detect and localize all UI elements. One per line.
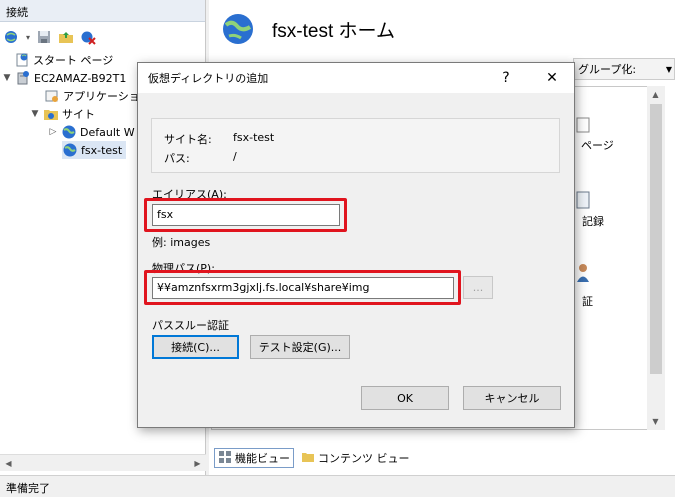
group-by-dropdown[interactable]: グループ化: ▼ bbox=[573, 58, 675, 80]
browse-button[interactable]: ... bbox=[463, 276, 493, 299]
collapse-arrow-icon[interactable]: ▼ bbox=[30, 109, 40, 119]
path-value: / bbox=[233, 150, 237, 163]
user-icon bbox=[576, 263, 590, 286]
test-settings-button[interactable]: テスト設定(G)... bbox=[250, 335, 350, 359]
close-button[interactable]: ✕ bbox=[532, 63, 572, 93]
feature-label[interactable]: 証 bbox=[582, 293, 593, 309]
passthrough-label: パススルー認証 bbox=[152, 319, 229, 332]
tree-item-label: サイト bbox=[62, 108, 95, 121]
scroll-right-icon[interactable]: ▶ bbox=[189, 455, 206, 472]
path-label: パス: bbox=[164, 152, 190, 165]
help-button[interactable]: ? bbox=[486, 63, 526, 93]
scroll-up-icon[interactable]: ▲ bbox=[647, 86, 664, 103]
tab-label: コンテンツ ビュー bbox=[318, 452, 410, 465]
log-icon bbox=[576, 191, 590, 212]
tree-item-server[interactable]: ▼ EC2AMAZ-B92T1 bbox=[2, 69, 126, 87]
scroll-left-icon[interactable]: ◀ bbox=[0, 455, 17, 472]
tree-item-label: Default W bbox=[80, 125, 135, 139]
add-virtual-directory-dialog: 仮想ディレクトリの追加 ? ✕ サイト名: fsx-test パス: / エイリ… bbox=[137, 62, 575, 428]
physical-path-label: 物理パス(P): bbox=[152, 262, 215, 275]
content-view-icon bbox=[301, 450, 315, 467]
connect-dropdown-icon[interactable]: ▾ bbox=[26, 33, 30, 42]
dialog-title: 仮想ディレクトリの追加 bbox=[148, 72, 269, 85]
site-globe-icon bbox=[221, 12, 255, 46]
site-name-value: fsx-test bbox=[233, 131, 275, 144]
start-page-icon bbox=[14, 52, 30, 68]
globe-connect-icon[interactable] bbox=[4, 29, 20, 45]
connections-header: 接続 bbox=[0, 0, 205, 22]
scroll-down-icon[interactable]: ▼ bbox=[647, 413, 664, 430]
alias-input[interactable]: fsx bbox=[152, 204, 340, 226]
tree-item-fsx-test[interactable]: fsx-test bbox=[62, 141, 127, 159]
horizontal-scrollbar[interactable]: ◀ ▶ bbox=[0, 454, 206, 471]
vertical-scrollbar[interactable]: ▲ ▼ bbox=[647, 86, 665, 430]
tab-content-view[interactable]: コンテンツ ビュー bbox=[298, 448, 413, 468]
site-info-box: サイト名: fsx-test パス: / bbox=[151, 118, 560, 173]
expand-arrow-icon[interactable]: ▷ bbox=[48, 127, 58, 137]
site-name-label: サイト名: bbox=[164, 133, 212, 146]
group-by-label: グループ化: bbox=[578, 63, 637, 76]
tab-features-view[interactable]: 機能ビュー bbox=[214, 448, 294, 468]
globe-icon bbox=[61, 124, 77, 140]
status-bar: 準備完了 bbox=[0, 475, 675, 497]
view-tabs: 機能ビュー コンテンツ ビュー bbox=[214, 447, 413, 469]
dialog-titlebar: 仮想ディレクトリの追加 ? ✕ bbox=[138, 63, 574, 93]
document-icon bbox=[576, 117, 590, 136]
tree-item-app-pools[interactable]: アプリケーション bbox=[44, 87, 151, 105]
disconnect-icon[interactable] bbox=[80, 29, 96, 45]
connections-toolbar: ▾ bbox=[4, 26, 96, 48]
collapse-arrow-icon[interactable]: ▼ bbox=[2, 73, 12, 83]
feature-label[interactable]: ページ bbox=[581, 137, 614, 153]
tree-item-sites[interactable]: ▼ サイト bbox=[30, 105, 95, 123]
tree-item-label: fsx-test bbox=[81, 143, 123, 157]
tree-item-default-site[interactable]: ▷ Default W bbox=[48, 123, 135, 141]
chevron-down-icon[interactable]: ▼ bbox=[666, 65, 672, 74]
tree-item-label: スタート ページ bbox=[33, 54, 114, 67]
globe-icon bbox=[62, 142, 78, 158]
connect-as-button[interactable]: 接続(C)... bbox=[152, 335, 239, 359]
feature-label[interactable]: 記録 bbox=[582, 213, 604, 229]
physical-path-input[interactable]: ¥¥amznfsxrm3gjxlj.fs.local¥share¥img bbox=[152, 277, 454, 299]
features-view-icon bbox=[218, 450, 232, 467]
sites-folder-icon bbox=[43, 106, 59, 122]
tab-label: 機能ビュー bbox=[235, 452, 290, 465]
ok-button[interactable]: OK bbox=[361, 386, 449, 410]
status-text: 準備完了 bbox=[6, 482, 50, 495]
cancel-button[interactable]: キャンセル bbox=[463, 386, 561, 410]
alias-example: 例: images bbox=[152, 236, 211, 249]
save-icon[interactable] bbox=[36, 29, 52, 45]
alias-label: エイリアス(A): bbox=[152, 188, 227, 201]
page-title: fsx-test ホーム bbox=[272, 21, 395, 42]
app-pool-icon bbox=[44, 88, 60, 104]
folder-up-icon[interactable] bbox=[58, 29, 74, 45]
server-icon bbox=[15, 70, 31, 86]
scroll-thumb[interactable] bbox=[650, 104, 662, 374]
tree-item-label: EC2AMAZ-B92T1 bbox=[34, 71, 127, 85]
tree-item-start-page[interactable]: スタート ページ bbox=[14, 51, 113, 69]
